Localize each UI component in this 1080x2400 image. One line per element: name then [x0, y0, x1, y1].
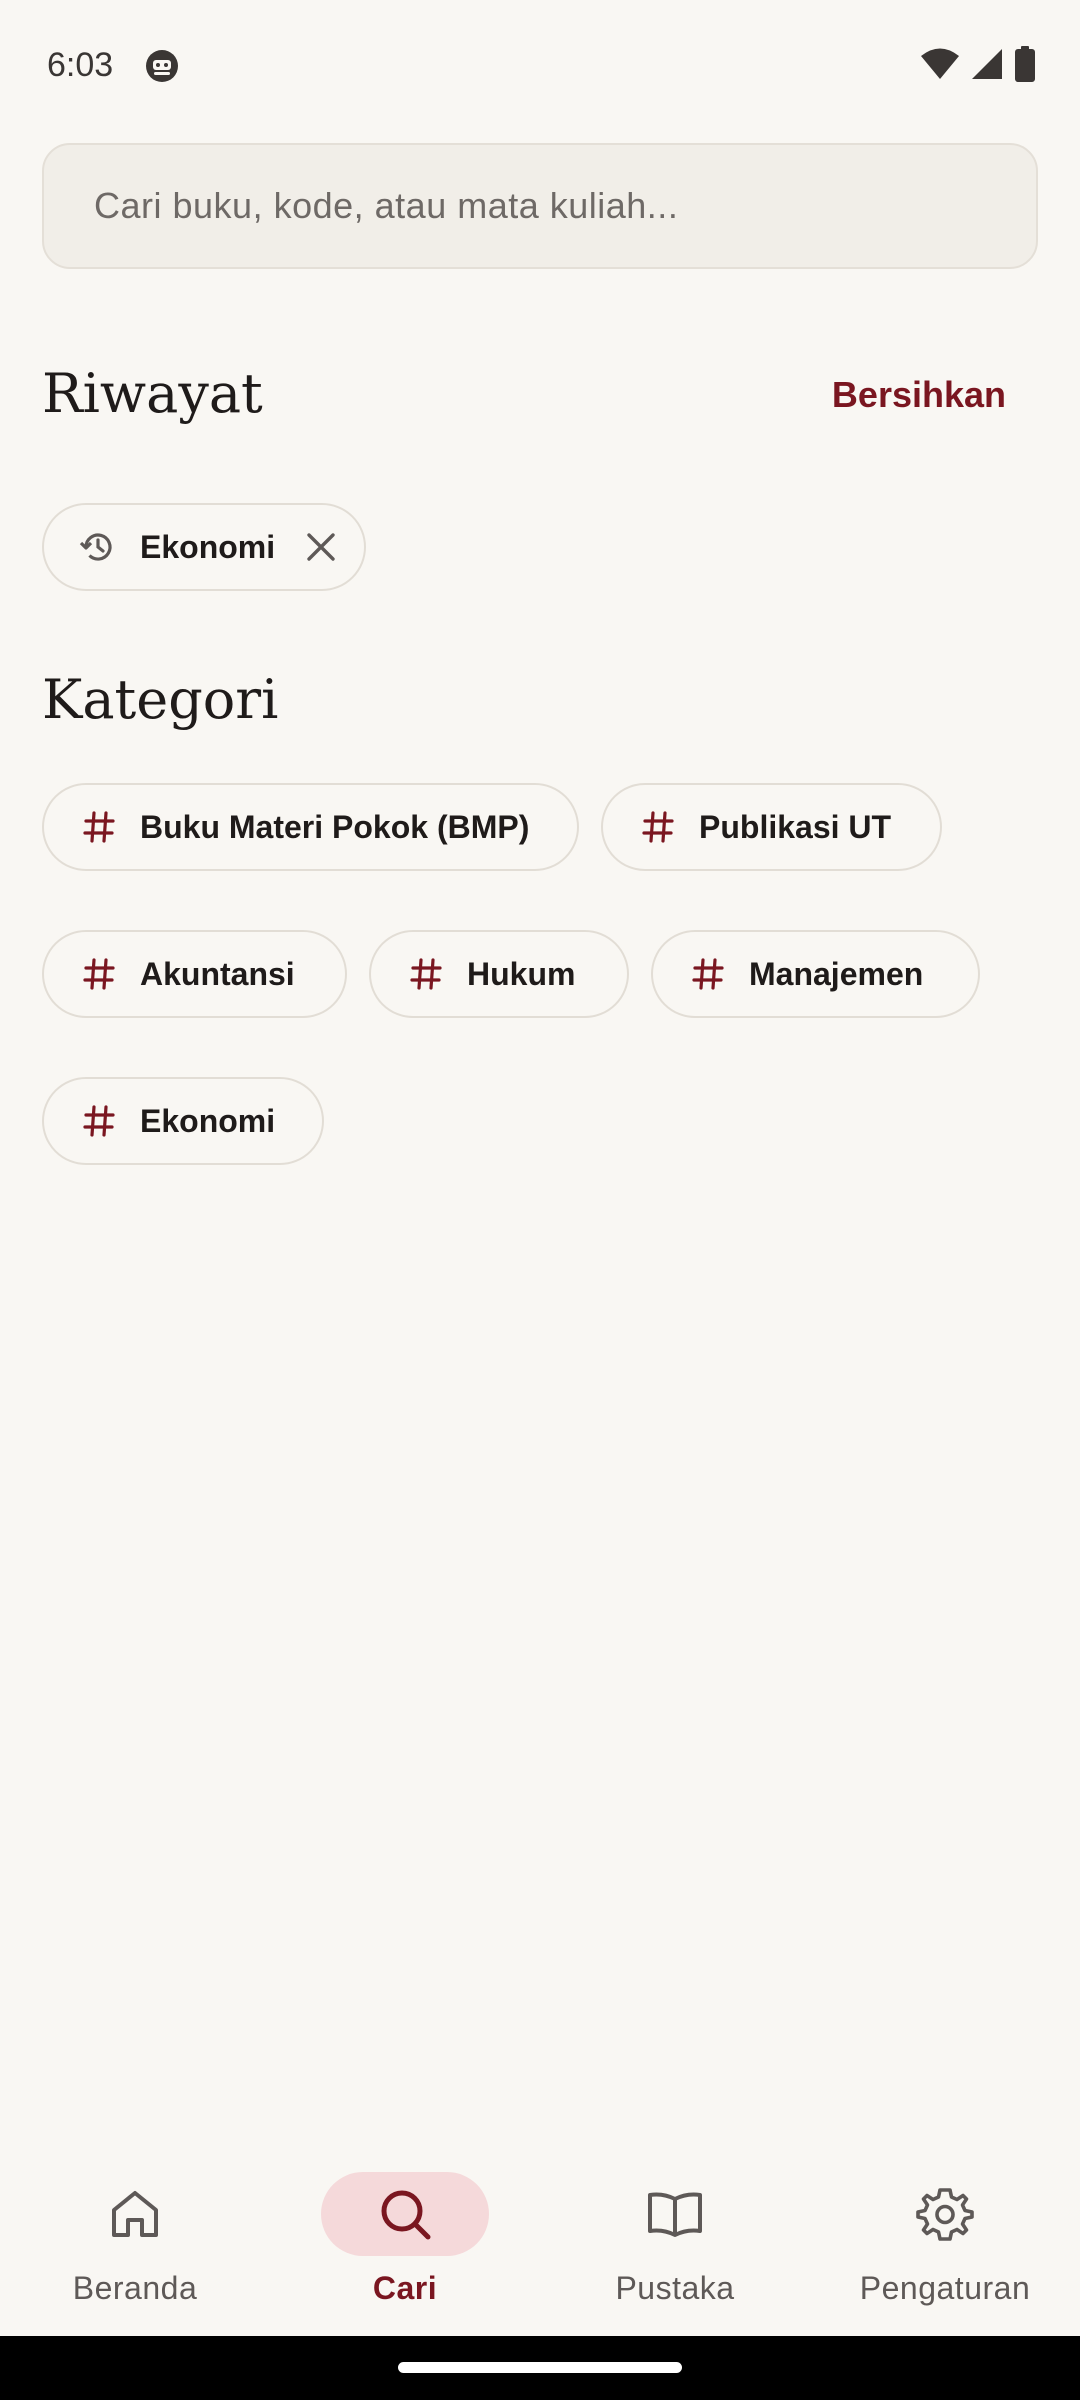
wifi-icon [921, 48, 959, 79]
category-chip-label: Ekonomi [140, 1102, 276, 1139]
cellular-signal-icon [972, 49, 1002, 79]
home-gesture-handle[interactable] [398, 2362, 682, 2373]
nav-item-pengaturan[interactable]: Pengaturan [810, 2140, 1080, 2336]
gesture-navigation-area [0, 2336, 1080, 2400]
category-title: Kategori [42, 668, 279, 731]
nav-label: Cari [372, 2270, 438, 2306]
status-time: 6:03 [47, 46, 114, 84]
bottom-navigation: Beranda Cari Pustaka Pengaturan [0, 2140, 1080, 2336]
nav-icon-container [51, 2172, 219, 2256]
hashtag-icon [83, 958, 115, 990]
history-title: Riwayat [42, 362, 263, 425]
nav-label: Pengaturan [859, 2270, 1031, 2306]
hashtag-icon [83, 811, 115, 843]
nav-icon-container-active [321, 2172, 489, 2256]
category-chip-label: Hukum [467, 955, 576, 992]
nav-label: Pustaka [615, 2270, 735, 2306]
close-icon[interactable] [305, 531, 337, 563]
history-chip[interactable]: Ekonomi [42, 503, 366, 591]
status-icons [920, 46, 1036, 82]
hashtag-icon [692, 958, 724, 990]
book-icon [648, 2192, 702, 2237]
category-chip-manajemen[interactable]: Manajemen [651, 930, 980, 1018]
category-chip-label: Akuntansi [140, 955, 295, 992]
settings-icon [916, 2188, 974, 2241]
search-bar[interactable] [42, 143, 1038, 269]
hashtag-icon [83, 1105, 115, 1137]
home-icon [112, 2191, 158, 2237]
nav-item-beranda[interactable]: Beranda [0, 2140, 270, 2336]
category-chip-bmp[interactable]: Buku Materi Pokok (BMP) [42, 783, 579, 871]
hashtag-icon [410, 958, 442, 990]
category-chip-label: Buku Materi Pokok (BMP) [140, 808, 530, 845]
nav-item-cari[interactable]: Cari [270, 2140, 540, 2336]
hashtag-icon [642, 811, 674, 843]
app-notification-icon [146, 50, 178, 82]
category-chip-akuntansi[interactable]: Akuntansi [42, 930, 347, 1018]
category-chip-publikasi-ut[interactable]: Publikasi UT [601, 783, 942, 871]
battery-icon [1015, 46, 1035, 82]
history-icon [79, 533, 112, 561]
nav-item-pustaka[interactable]: Pustaka [540, 2140, 810, 2336]
search-input[interactable] [94, 185, 994, 227]
category-chip-label: Manajemen [749, 955, 924, 992]
category-chip-hukum[interactable]: Hukum [369, 930, 629, 1018]
history-chip-label: Ekonomi [140, 528, 276, 565]
search-screen: 6:03 Riwayat Bersihkan [0, 0, 1080, 2400]
category-chip-ekonomi[interactable]: Ekonomi [42, 1077, 324, 1165]
status-bar: 6:03 [0, 0, 1080, 134]
nav-label: Beranda [72, 2270, 198, 2306]
search-icon [381, 2190, 431, 2240]
clear-history-button[interactable]: Bersihkan [832, 374, 1006, 416]
category-chip-label: Publikasi UT [699, 808, 892, 845]
nav-icon-container [861, 2172, 1029, 2256]
nav-icon-container [591, 2172, 759, 2256]
